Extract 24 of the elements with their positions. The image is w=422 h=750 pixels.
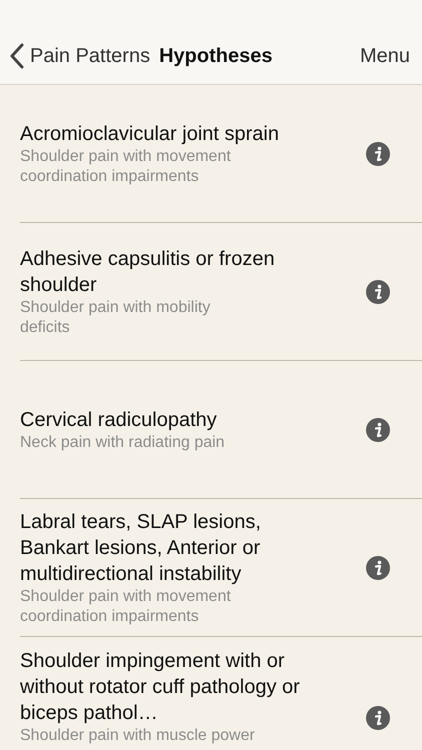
info-icon[interactable]: [366, 280, 390, 304]
hypothesis-title: Cervical radiculopathy: [20, 408, 218, 433]
info-icon[interactable]: [366, 556, 390, 580]
screen-title: Hypotheses: [159, 44, 272, 69]
hypothesis-row[interactable]: Acromioclavicular joint sprain Shoulder pain with movement coordination impairments: [0, 85, 422, 223]
back-button[interactable]: Pain Patterns: [10, 41, 150, 71]
info-icon[interactable]: [366, 142, 390, 166]
hypothesis-row[interactable]: Cervical radiculopathy Neck pain with radiating pain: [0, 361, 422, 499]
hypothesis-row[interactable]: Shoulder impingement with or without rotator cuff pathology or biceps pathol… Shoulder pain with muscle power: [0, 637, 422, 750]
hypothesis-subtitle: Shoulder pain with movement coordination impairments: [20, 147, 232, 187]
hypothesis-subtitle: Shoulder pain with mobility deficits: [20, 298, 212, 338]
hypothesis-subtitle: Shoulder pain with movement coordination impairments: [20, 587, 232, 627]
info-icon[interactable]: [366, 706, 390, 730]
hypothesis-title: Shoulder impingement with or without rotator cuff pathology or biceps pathol…: [20, 649, 301, 726]
info-icon[interactable]: [366, 418, 390, 442]
chevron-left-icon: [10, 43, 24, 69]
hypothesis-title: Labral tears, SLAP lesions, Bankart lesions, Anterior or multidirectional instability: [20, 510, 262, 587]
menu-button[interactable]: Menu: [360, 41, 410, 71]
hypothesis-title: Adhesive capsulitis or frozen shoulder: [20, 247, 276, 298]
hypothesis-subtitle: Shoulder pain with muscle power: [20, 726, 256, 746]
hypothesis-row[interactable]: Adhesive capsulitis or frozen shoulder Shoulder pain with mobility deficits: [0, 223, 422, 361]
hypothesis-row[interactable]: Labral tears, SLAP lesions, Bankart lesions, Anterior or multidirectional instability Shoulder pain with movement coordination impairments: [0, 499, 422, 637]
hypothesis-title: Acromioclavicular joint sprain: [20, 122, 280, 147]
hypothesis-subtitle: Neck pain with radiating pain: [20, 433, 226, 453]
